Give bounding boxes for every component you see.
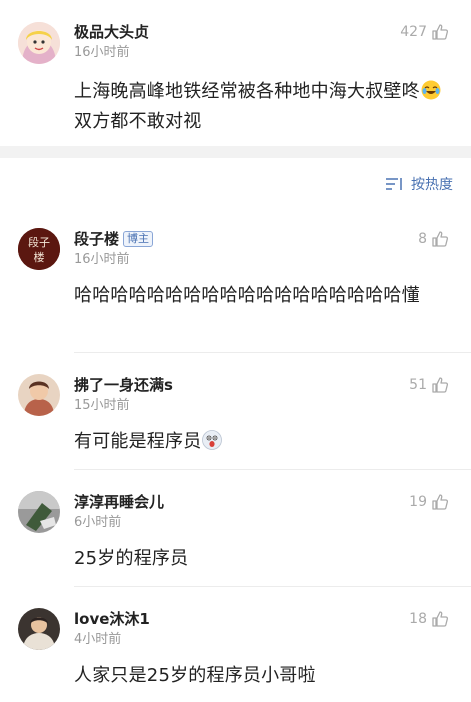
thumbs-up-icon	[432, 377, 449, 393]
comment-text: 哈哈哈哈哈哈哈哈哈哈哈哈哈哈哈哈哈哈懂	[74, 285, 420, 306]
commenter-name[interactable]: 段子楼 博主	[74, 226, 453, 249]
like-button[interactable]: 8	[418, 229, 449, 249]
thumbs-up-icon	[432, 24, 449, 40]
like-button[interactable]: 51	[409, 375, 449, 395]
comment-text: 25岁的程序员	[74, 548, 189, 569]
commenter-name[interactable]: 极品大头贞	[74, 18, 453, 42]
avatar[interactable]: 段子 楼	[18, 228, 60, 270]
comment-text: 有可能是程序员	[74, 427, 453, 457]
commenter-name[interactable]: 拂了一身还满s	[74, 372, 453, 395]
commenter-name[interactable]: love沐沐1	[74, 606, 453, 629]
like-count: 19	[409, 494, 427, 510]
avatar-image	[18, 22, 60, 64]
like-button[interactable]: 18	[409, 609, 449, 629]
like-count: 18	[409, 611, 427, 627]
shocked-emoji-icon	[202, 430, 223, 450]
avatar[interactable]	[18, 374, 60, 416]
like-count: 8	[418, 231, 427, 247]
list-item: 段子 楼 段子楼 博主 16小时前 8 哈哈哈哈哈哈哈哈哈哈哈哈哈哈哈哈哈哈懂	[0, 226, 471, 311]
section-divider	[0, 146, 471, 158]
avatar-image: 段子 楼	[18, 228, 60, 270]
commenter-name-text: 段子楼	[74, 230, 120, 248]
comment-text-part: 双方都不敢对视	[74, 111, 202, 132]
thumbs-up-icon	[432, 231, 449, 247]
author-badge: 博主	[123, 231, 154, 247]
top-comment: 极品大头贞 16小时前 427 上海晚高峰地铁经常被各种地中海大叔壁咚 双方都不…	[0, 18, 471, 137]
crying-laughing-emoji-icon	[421, 80, 441, 100]
comment-time: 15小时前	[74, 398, 130, 413]
list-item: love沐沐1 4小时前 18 人家只是25岁的程序员小哥啦	[0, 606, 471, 691]
svg-text:楼: 楼	[34, 250, 45, 264]
comment-text-part: 上海晚高峰地铁经常被各种地中海大叔壁咚	[74, 81, 420, 102]
avatar[interactable]	[18, 608, 60, 650]
divider	[74, 352, 471, 353]
avatar-image	[18, 608, 60, 650]
sort-lines-icon	[386, 178, 402, 190]
thumbs-up-icon	[432, 611, 449, 627]
like-button[interactable]: 427	[400, 22, 449, 42]
like-count: 51	[409, 377, 427, 393]
divider	[74, 469, 471, 470]
list-item: 淳淳再睡会儿 6小时前 19 25岁的程序员	[0, 489, 471, 574]
divider	[74, 586, 471, 587]
sort-button[interactable]: 按热度	[385, 174, 453, 194]
like-button[interactable]: 19	[409, 492, 449, 512]
comment-text: 上海晚高峰地铁经常被各种地中海大叔壁咚 双方都不敢对视	[74, 77, 453, 137]
comment-text-part: 有可能是程序员	[74, 431, 202, 452]
comment-time: 16小时前	[74, 252, 130, 267]
svg-text:段子: 段子	[28, 235, 50, 249]
commenter-name[interactable]: 淳淳再睡会儿	[74, 489, 453, 512]
comment-time: 4小时前	[74, 632, 122, 647]
comment-text: 人家只是25岁的程序员小哥啦	[74, 665, 316, 686]
avatar[interactable]	[18, 491, 60, 533]
list-item: 拂了一身还满s 15小时前 51 有可能是程序员	[0, 372, 471, 457]
sort-label: 按热度	[411, 177, 453, 193]
avatar[interactable]	[18, 22, 60, 64]
avatar-image	[18, 374, 60, 416]
like-count: 427	[400, 24, 427, 40]
thumbs-up-icon	[432, 494, 449, 510]
comment-time: 16小时前	[74, 45, 130, 60]
avatar-image	[18, 491, 60, 533]
comment-time: 6小时前	[74, 515, 122, 530]
